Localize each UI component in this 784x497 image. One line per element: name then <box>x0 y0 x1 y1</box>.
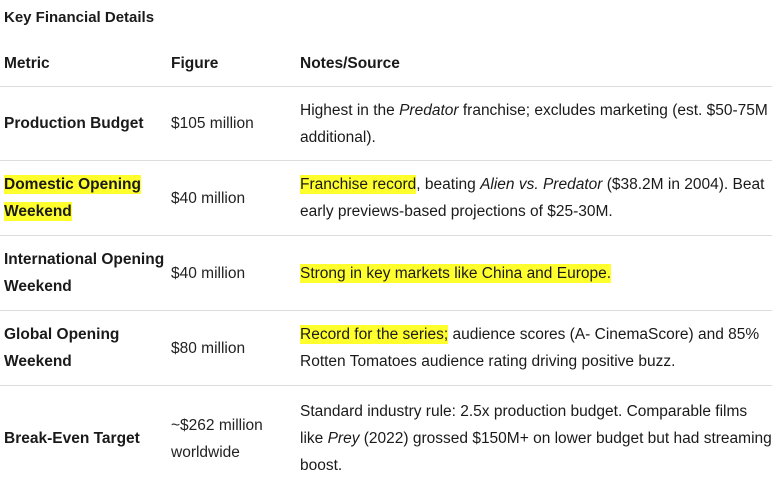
table-header-row: Metric Figure Notes/Source <box>0 40 772 87</box>
table-row: Global Opening Weekend $80 million Recor… <box>0 311 772 386</box>
metric-cell: Domestic Opening Weekend <box>0 161 167 236</box>
notes-italic-title: Alien vs. Predator <box>480 176 603 193</box>
notes-text-highlighted: Record for the series; <box>300 325 449 344</box>
notes-cell: Standard industry rule: 2.5x production … <box>296 386 772 492</box>
column-header-notes: Notes/Source <box>296 40 772 87</box>
figure-cell: $105 million <box>171 115 254 132</box>
metric-cell: Global Opening Weekend <box>0 311 167 386</box>
column-header-figure: Figure <box>167 40 296 87</box>
notes-cell: Highest in the Predator franchise; exclu… <box>296 87 772 161</box>
section-title: Key Financial Details <box>4 9 155 26</box>
notes-cell: Record for the series; audience scores (… <box>296 311 772 386</box>
figure-cell: $80 million <box>171 339 246 357</box>
notes-italic-title: Prey <box>327 430 360 447</box>
metric-label: Global Opening Weekend <box>4 326 120 370</box>
metric-label: Production Budget <box>4 115 144 132</box>
financial-details-table: Metric Figure Notes/Source Production Bu… <box>0 40 772 491</box>
figure-cell: $40 million <box>171 189 246 207</box>
table-row: Production Budget $105 million Highest i… <box>0 87 772 161</box>
metric-cell: International Opening Weekend <box>0 236 167 311</box>
metric-cell: Production Budget <box>0 87 167 161</box>
notes-text: Highest in the <box>300 101 400 119</box>
notes-cell: Franchise record, beating Alien vs. Pred… <box>296 161 772 236</box>
notes-text-highlighted: Strong in key markets like China and Eur… <box>300 263 612 283</box>
figure-cell: ~$262 million worldwide <box>171 416 263 461</box>
notes-text: (2022) grossed $150M+ on lower budget bu… <box>300 430 772 474</box>
column-header-metric: Metric <box>0 40 167 87</box>
notes-cell: Strong in key markets like China and Eur… <box>296 236 772 311</box>
metric-label: Break-Even Target <box>4 430 140 447</box>
metric-label: International Opening Weekend <box>4 251 165 295</box>
table-row: Domestic Opening Weekend $40 million Fra… <box>0 161 772 236</box>
metric-label-highlighted: Domestic Opening Weekend <box>4 175 141 221</box>
metric-cell: Break-Even Target <box>0 386 167 492</box>
notes-italic-title: Predator <box>399 101 459 119</box>
notes-text: , beating <box>416 176 481 193</box>
table-row: Break-Even Target ~$262 million worldwid… <box>0 386 772 492</box>
table-row: International Opening Weekend $40 millio… <box>0 236 772 311</box>
financial-details-section: Key Financial Details Metric Figure Note… <box>0 0 784 497</box>
figure-cell: $40 million <box>171 264 246 282</box>
notes-text-highlighted: Franchise record <box>300 175 417 194</box>
